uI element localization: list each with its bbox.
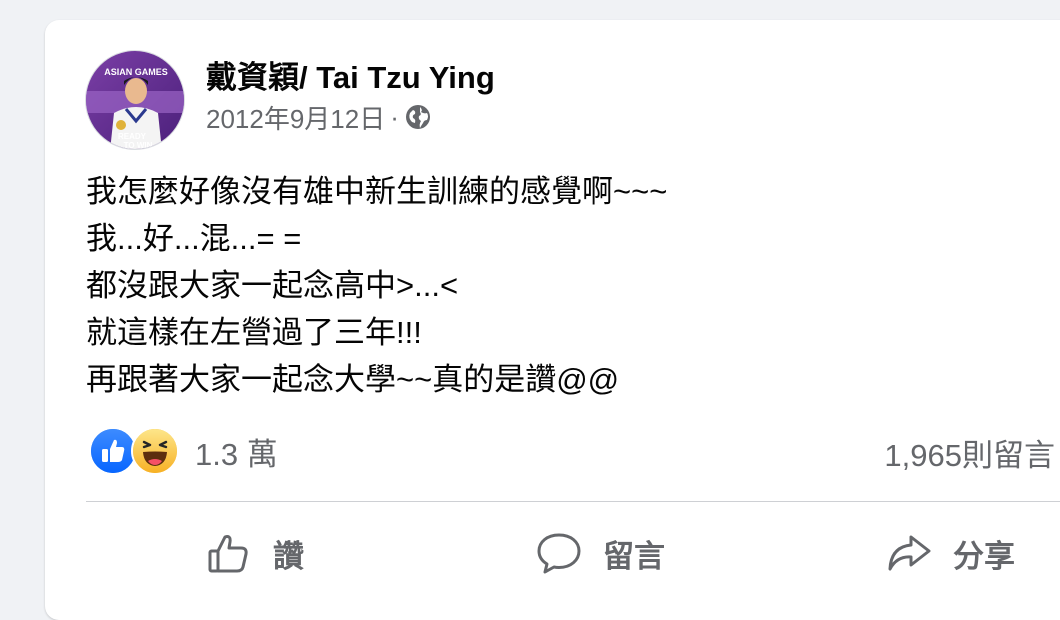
svg-text:ASIAN GAMES: ASIAN GAMES <box>104 67 168 77</box>
haha-reaction-icon <box>131 427 179 475</box>
meta-separator: · <box>390 101 399 132</box>
post-body: 我怎麼好像沒有雄中新生訓練的感覺啊~~~ 我...好...混...= = 都沒跟… <box>86 168 1046 403</box>
post-line: 都沒跟大家一起念高中>...< <box>86 268 459 303</box>
post-line: 就這樣在左營過了三年!!! <box>86 315 422 350</box>
post-date[interactable]: 2012年9月12日 <box>206 99 385 136</box>
author-name[interactable]: 戴資穎/ Tai Tzu Ying <box>206 52 495 97</box>
post-meta: 2012年9月12日 · <box>206 100 433 134</box>
post-line: 我怎麼好像沒有雄中新生訓練的感覺啊~~~ <box>86 174 668 209</box>
share-arrow-icon <box>888 535 931 571</box>
post-card: ASIAN GAMES READY TO WIN 戴資穎/ Tai Tzu Yi… <box>45 20 1060 620</box>
svg-text:READY: READY <box>118 132 147 141</box>
thumbs-up-icon <box>208 535 248 573</box>
like-button[interactable]: 讚 <box>205 525 304 581</box>
post-line: 再跟著大家一起念大學~~真的是讚@@ <box>86 362 620 397</box>
divider <box>86 501 1060 502</box>
share-button[interactable]: 分享 <box>885 525 1015 581</box>
comment-button[interactable]: 留言 <box>535 525 665 581</box>
comment-count-link[interactable]: 1,965則留言 <box>884 430 1055 475</box>
post-line: 我...好...混...= = <box>86 221 302 256</box>
author-avatar[interactable]: ASIAN GAMES READY TO WIN <box>85 50 185 150</box>
comment-bubble-icon <box>537 533 581 574</box>
reaction-count: 1.3 萬 <box>195 436 278 472</box>
like-reaction-icon <box>89 427 137 475</box>
comment-label: 留言 <box>603 538 665 574</box>
svg-text:TO WIN: TO WIN <box>124 141 153 150</box>
like-label: 讚 <box>273 538 304 574</box>
avatar-image: ASIAN GAMES READY TO WIN <box>86 51 184 150</box>
share-label: 分享 <box>953 538 1015 574</box>
globe-icon[interactable] <box>403 102 433 132</box>
reaction-summary[interactable]: 1.3 萬 <box>89 423 278 479</box>
